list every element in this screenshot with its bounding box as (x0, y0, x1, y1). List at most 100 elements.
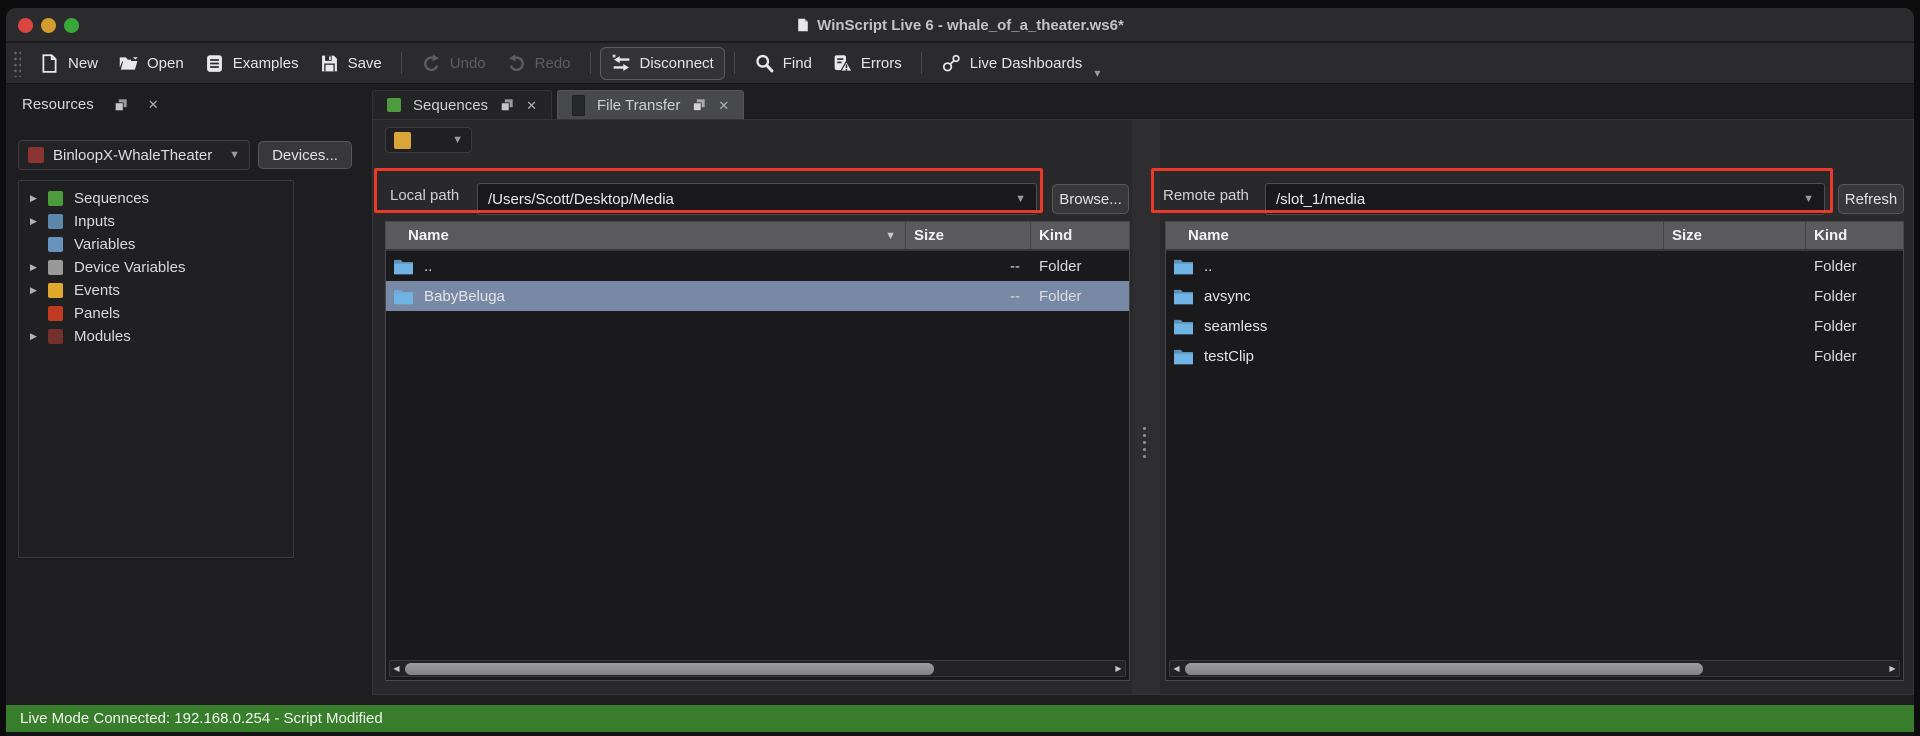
toolbar-button-examples[interactable]: Examples (194, 48, 309, 79)
tree-item-variables[interactable]: Variables (19, 233, 293, 256)
toolbar-separator (590, 52, 591, 74)
tree-item-modules[interactable]: ▶Modules (19, 325, 293, 348)
local-path-label: Local path (390, 187, 459, 204)
device-selector-dropdown[interactable]: BinloopX-WhaleTheater ▼ (18, 140, 250, 170)
file-name: .. (1204, 258, 1212, 275)
remote-table-header: Name Size Kind (1166, 222, 1903, 251)
tree-item-color-swatch (48, 283, 63, 298)
tree-item-inputs[interactable]: ▶ Inputs (19, 210, 293, 233)
file-row-testClip[interactable]: testClipFolder (1166, 341, 1903, 371)
float-tab-icon[interactable] (692, 98, 706, 112)
disclosure-triangle-icon[interactable]: ▶ (28, 285, 48, 296)
browse-button[interactable]: Browse... (1052, 184, 1129, 214)
file-kind: Folder (1031, 251, 1129, 281)
file-row-parent-dir[interactable]: ..Folder (1166, 251, 1903, 281)
disclosure-triangle-icon[interactable]: ▶ (28, 331, 48, 342)
column-header-size[interactable]: Size (906, 222, 1031, 249)
folder-icon (1173, 258, 1194, 275)
tree-item-events[interactable]: ▶ Events (19, 279, 293, 302)
toolbar-separator (734, 52, 735, 74)
tree-item-label: Panels (74, 305, 120, 322)
tab-file-transfer[interactable]: File Transfer ✕ (557, 90, 744, 119)
toolbar-button-open[interactable]: Open (108, 48, 194, 79)
folder-icon (393, 258, 414, 275)
close-tab-icon[interactable]: ✕ (526, 99, 537, 112)
column-header-name[interactable]: Name ▼ (386, 222, 906, 249)
tree-item-device-variables[interactable]: ▶ Device Variables (19, 256, 293, 279)
toolbar-button-label: Undo (450, 55, 486, 72)
tree-item-panels[interactable]: Panels (19, 302, 293, 325)
toolbar-button-undo[interactable]: Undo (411, 48, 496, 79)
tree-item-color-swatch (48, 329, 63, 344)
scroll-left-icon[interactable]: ◀ (390, 661, 403, 676)
local-table-header: Name ▼ Size Kind (386, 222, 1129, 251)
devices-button[interactable]: Devices... (258, 141, 352, 169)
toolbar-button-find[interactable]: Find (744, 48, 822, 79)
close-panel-icon[interactable]: ✕ (148, 98, 159, 111)
scrollbar-thumb[interactable] (405, 663, 934, 675)
open-folder-icon (118, 53, 139, 74)
sort-caret-icon[interactable]: ▼ (885, 230, 896, 242)
scroll-left-icon[interactable]: ◀ (1170, 661, 1183, 676)
file-size (1664, 341, 1806, 371)
file-kind: Folder (1031, 281, 1129, 311)
local-path-input[interactable]: /Users/Scott/Desktop/Media ▼ (477, 183, 1037, 215)
toolbar-button-redo[interactable]: Redo (496, 48, 581, 79)
toolbar-button-disconnect[interactable]: Disconnect (600, 47, 725, 80)
tree-item-label: Inputs (74, 213, 115, 230)
file-kind: Folder (1806, 311, 1903, 341)
column-header-name[interactable]: Name (1166, 222, 1664, 249)
tree-item-label: Sequences (74, 190, 149, 207)
status-text: Live Mode Connected: 192.168.0.254 - Scr… (20, 710, 383, 727)
file-name: BabyBeluga (424, 288, 505, 305)
tree-item-label: Events (74, 282, 120, 299)
horizontal-scrollbar[interactable]: ◀ ▶ (1169, 660, 1900, 677)
remote-path-input[interactable]: /slot_1/media ▼ (1265, 183, 1825, 215)
chevron-down-icon: ▼ (229, 149, 240, 161)
column-header-kind[interactable]: Kind (1806, 222, 1903, 249)
window-bottom-edge (6, 732, 1914, 736)
refresh-button[interactable]: Refresh (1838, 184, 1904, 214)
toolbar-button-new[interactable]: New (29, 48, 108, 79)
toolbar-button-label: Examples (233, 55, 299, 72)
scrollbar-thumb[interactable] (1185, 663, 1703, 675)
float-panel-icon[interactable] (114, 98, 128, 112)
toolbar-button-save[interactable]: Save (309, 48, 392, 79)
horizontal-scrollbar[interactable]: ◀ ▶ (389, 660, 1126, 677)
toolbar-separator (401, 52, 402, 74)
examples-icon (204, 53, 225, 74)
column-header-kind[interactable]: Kind (1031, 222, 1129, 249)
toolbar-button-label: Live Dashboards (970, 55, 1083, 72)
file-size: -- (906, 281, 1031, 311)
toolbar-button-label: New (68, 55, 98, 72)
file-size: -- (906, 251, 1031, 281)
toolbar-button-errors[interactable]: Errors (822, 48, 912, 79)
file-row-parent-dir[interactable]: ..--Folder (386, 251, 1129, 281)
toolbar-button-live-dashboards[interactable]: Live Dashboards ▾ (931, 48, 1111, 79)
close-tab-icon[interactable]: ✕ (718, 99, 729, 112)
file-row-avsync[interactable]: avsyncFolder (1166, 281, 1903, 311)
disclosure-triangle-icon[interactable]: ▶ (28, 216, 48, 227)
disclosure-triangle-icon[interactable]: ▶ (28, 193, 48, 204)
scroll-right-icon[interactable]: ▶ (1886, 661, 1899, 676)
scroll-right-icon[interactable]: ▶ (1112, 661, 1125, 676)
file-row-seamless[interactable]: seamlessFolder (1166, 311, 1903, 341)
column-header-size[interactable]: Size (1664, 222, 1806, 249)
pane-splitter[interactable] (1132, 120, 1160, 694)
tree-item-sequences[interactable]: ▶ Sequences (19, 187, 293, 210)
dropdown-caret-icon[interactable]: ▾ (1094, 66, 1100, 80)
folder-icon (1173, 348, 1194, 365)
float-tab-icon[interactable] (500, 98, 514, 112)
toolbar-grip-handle[interactable] (12, 49, 21, 77)
tree-item-label: Device Variables (74, 259, 185, 276)
file-name: testClip (1204, 348, 1254, 365)
file-row-BabyBeluga[interactable]: BabyBeluga --Folder (386, 281, 1129, 311)
undo-icon (421, 53, 442, 74)
tab-sequences[interactable]: Sequences ✕ (372, 90, 552, 119)
tree-item-color-swatch (48, 306, 63, 321)
toolbar-button-label: Save (348, 55, 382, 72)
tree-item-color-swatch (48, 260, 63, 275)
resources-panel-header: Resources ✕ (22, 96, 159, 113)
sequence-color-dropdown[interactable]: ▼ (385, 127, 472, 153)
disclosure-triangle-icon[interactable]: ▶ (28, 262, 48, 273)
